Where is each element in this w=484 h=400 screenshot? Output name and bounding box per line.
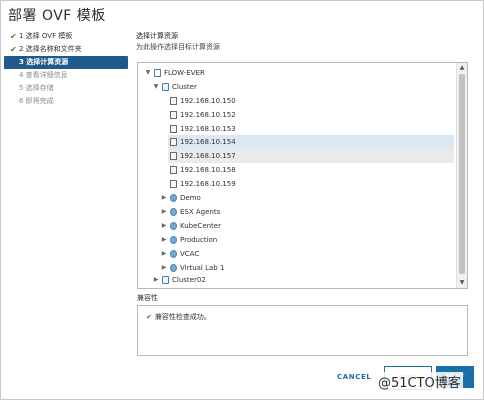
host-icon (170, 125, 177, 133)
step-2[interactable]: ✔ 2 选择名称和文件夹 (4, 43, 128, 56)
tree-scrollbar[interactable]: ▲ ▼ (456, 63, 467, 288)
node-label: Cluster02 (172, 276, 206, 284)
host-icon (170, 138, 177, 146)
node-label: KubeCenter (180, 222, 221, 230)
node-label: 192.168.10.159 (180, 180, 236, 188)
step-label: 5 选择存储 (19, 84, 54, 92)
check-icon: ✔ (10, 45, 17, 54)
node-label: 192.168.10.158 (180, 166, 236, 174)
chevron-right-icon[interactable]: ▶ (160, 219, 168, 233)
host-icon (170, 111, 177, 119)
node-label: FLOW-EVER (164, 69, 205, 77)
dialog-title: 部署 OVF 模板 (8, 8, 106, 24)
chevron-down-icon[interactable]: ▼ (152, 80, 160, 94)
step-4: 4 查看详细信息 (4, 69, 128, 82)
node-label: 192.168.10.154 (180, 138, 236, 146)
host-icon (170, 152, 177, 160)
chevron-right-icon[interactable]: ▶ (160, 261, 168, 275)
cluster-icon (162, 83, 169, 91)
chevron-right-icon[interactable]: ▶ (160, 205, 168, 219)
resource-pool-icon (170, 222, 177, 230)
step-label: 4 查看详细信息 (19, 71, 68, 79)
chevron-right-icon[interactable]: ▶ (160, 191, 168, 205)
chevron-right-icon[interactable]: ▶ (152, 273, 160, 287)
resource-pool-icon (170, 264, 177, 272)
chevron-down-icon[interactable]: ▼ (144, 66, 152, 80)
compatibility-panel: ✔ 兼容性检查成功。 (137, 305, 468, 356)
step-label: 6 即将完成 (19, 97, 54, 105)
resource-pool-icon (170, 208, 177, 216)
node-label: ESX Agents (180, 208, 221, 216)
cancel-button[interactable]: CANCEL (337, 373, 371, 381)
node-label: VCAC (180, 250, 200, 258)
node-label: 192.168.10.150 (180, 97, 236, 105)
resource-pool-icon (170, 194, 177, 202)
compatibility-text: 兼容性检查成功。 (154, 313, 211, 321)
host-icon (170, 180, 177, 188)
host-icon (170, 97, 177, 105)
watermark: @51CTO博客 (376, 372, 463, 391)
step-label: 1 选择 OVF 模板 (19, 32, 73, 40)
node-label: 192.168.10.153 (180, 125, 236, 133)
node-label: Demo (180, 194, 201, 202)
compatibility-message: ✔ 兼容性检查成功。 (146, 312, 211, 322)
check-icon: ✔ (10, 32, 17, 41)
step-5: 5 选择存储 (4, 82, 128, 95)
cluster-icon (162, 276, 169, 284)
node-label: Cluster (172, 83, 197, 91)
node-label: 192.168.10.157 (180, 152, 236, 160)
node-label: Production (180, 236, 218, 244)
compute-resource-tree[interactable]: ▼ FLOW-EVER ▼ Cluster 192.168.10.150 192… (137, 62, 468, 289)
node-label: 192.168.10.152 (180, 111, 236, 119)
compatibility-label: 兼容性 (137, 294, 158, 302)
step-label: 3 选择计算资源 (19, 58, 69, 66)
scroll-down-icon[interactable]: ▼ (457, 279, 467, 287)
scroll-thumb[interactable] (459, 74, 465, 274)
datacenter-icon (154, 69, 161, 77)
section-subheading: 为此操作选择目标计算资源 (136, 43, 220, 51)
wizard-steps: ✔ 1 选择 OVF 模板 ✔ 2 选择名称和文件夹 3 选择计算资源 4 查看… (4, 30, 128, 108)
scroll-up-icon[interactable]: ▲ (457, 64, 467, 72)
step-6: 6 即将完成 (4, 95, 128, 108)
resource-pool-icon (170, 250, 177, 258)
step-3[interactable]: 3 选择计算资源 (4, 56, 128, 69)
check-icon: ✔ (146, 313, 152, 321)
section-heading: 选择计算资源 (136, 32, 178, 40)
step-1[interactable]: ✔ 1 选择 OVF 模板 (4, 30, 128, 43)
resource-pool-icon (170, 236, 177, 244)
host-icon (170, 166, 177, 174)
chevron-right-icon[interactable]: ▶ (160, 247, 168, 261)
step-label: 2 选择名称和文件夹 (19, 45, 82, 53)
chevron-right-icon[interactable]: ▶ (160, 233, 168, 247)
